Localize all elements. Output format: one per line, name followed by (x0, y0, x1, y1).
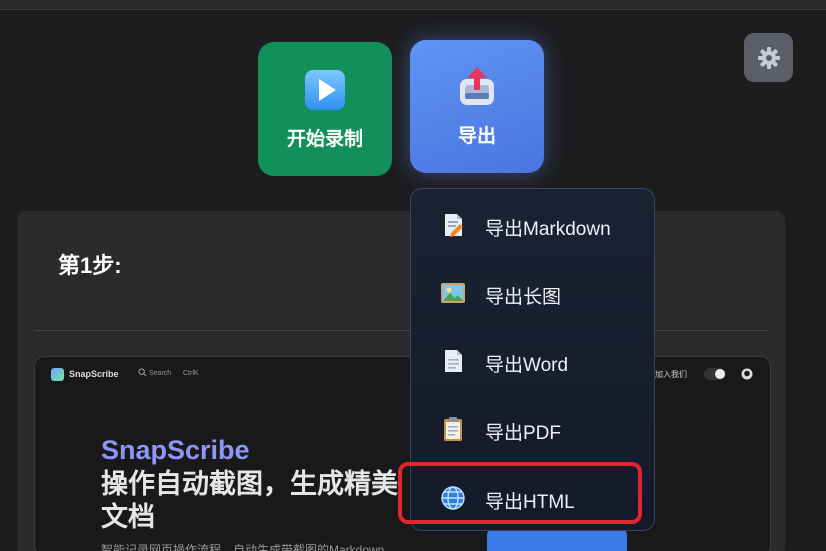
preview-search-shortcut: CtrlK (183, 370, 199, 377)
preview-brand: SnapScribe (69, 369, 119, 379)
preview-headline-brand: SnapScribe (101, 435, 250, 465)
export-markdown-item[interactable]: 导出Markdown (411, 200, 654, 250)
export-pdf-item[interactable]: 导出PDF (411, 404, 654, 454)
document-icon (445, 350, 462, 372)
start-recording-button[interactable]: 开始录制 (258, 42, 392, 176)
preview-join-link: 加入我们 (655, 370, 687, 379)
step-divider (34, 330, 769, 331)
export-label: 导出 (457, 126, 496, 147)
step-title: 第1步: (58, 253, 122, 278)
github-icon (741, 368, 753, 380)
export-pdf-label: 导出PDF (485, 423, 562, 444)
export-word-label: 导出Word (485, 355, 569, 376)
settings-button[interactable] (744, 33, 793, 82)
export-html-highlight (398, 462, 642, 524)
play-icon (305, 69, 345, 110)
image-icon (441, 283, 465, 303)
export-markdown-label: 导出Markdown (485, 219, 611, 240)
preview-search: Search (149, 370, 172, 377)
theme-toggle (704, 368, 726, 380)
preview-description: 智能记录网页操作流程，自动生成带截图的Markdown (101, 543, 385, 551)
markdown-file-icon (445, 214, 463, 237)
start-recording-label: 开始录制 (286, 128, 363, 150)
export-long-image-item[interactable]: 导出长图 (411, 268, 654, 318)
preview-illustration (487, 529, 627, 551)
search-icon (138, 368, 147, 377)
preview-navbar: SnapScribe Search CtrlK 加入我们 (35, 357, 770, 393)
preview-headline: 操作自动截图，生成精美文档 (101, 469, 398, 532)
export-word-item[interactable]: 导出Word (411, 336, 654, 386)
clipboard-icon (444, 417, 462, 441)
preview-logo-icon (51, 368, 64, 381)
export-tray-icon (460, 67, 494, 105)
window-top-edge (0, 0, 826, 10)
export-long-image-label: 导出长图 (485, 287, 562, 308)
gear-icon (757, 46, 780, 69)
export-button[interactable]: 导出 (410, 40, 544, 173)
